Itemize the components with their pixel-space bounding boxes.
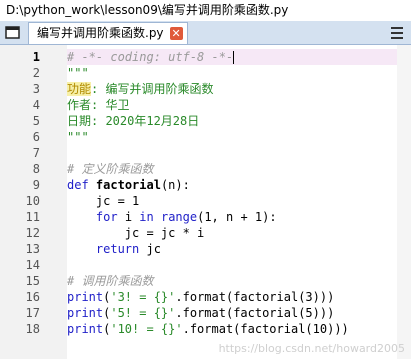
code-line-9: def factorial(n):: [67, 178, 190, 192]
code-line-4: 作者: 华卫: [67, 98, 130, 112]
text-caret: [233, 51, 235, 64]
tab-label: 编写并调用阶乘函数.py: [37, 26, 164, 40]
line-number: 5: [32, 114, 40, 128]
code-line-12: jc = jc * i: [67, 226, 205, 240]
window-title: D:\python_work\lesson09\编写并调用阶乘函数.py: [0, 0, 411, 21]
line-number: 3: [32, 82, 40, 96]
code-line-13: return jc: [95, 242, 161, 256]
line-number-gutter: 1 2 3 4 5 6 7 8 9 10 11 12 13 14 15 16 1…: [0, 45, 67, 359]
line-number: 1: [32, 50, 40, 64]
tab-bar: 编写并调用阶乘函数.py ✕: [0, 21, 411, 45]
code-editor[interactable]: 1 2 3 4 5 6 7 8 9 10 11 12 13 14 15 16 1…: [0, 45, 411, 359]
line-number: 2: [32, 66, 40, 80]
line-number: 11: [25, 210, 40, 224]
code-line-16: print('3! = {}'.format(factorial(3))): [67, 290, 335, 304]
line-number: 15: [25, 274, 40, 288]
line-number: 8: [32, 162, 40, 176]
code-line-17: print('5! = {}'.format(factorial(5))): [67, 306, 335, 320]
code-line-3: 功能: 编写并调用阶乘函数: [67, 82, 214, 96]
hamburger-menu-icon[interactable]: [391, 27, 403, 39]
code-line-18: print('10! = {}'.format(factorial(10))): [67, 322, 349, 336]
line-number: 7: [32, 146, 40, 160]
line-number: 17: [25, 306, 40, 320]
close-icon[interactable]: ✕: [169, 27, 183, 40]
line-number: 4: [32, 98, 40, 112]
code-line-2: """: [67, 66, 89, 80]
code-line-10: jc = 1: [67, 194, 140, 208]
line-number: 14: [25, 258, 40, 272]
line-number: 9: [32, 178, 40, 192]
line-number: 18: [25, 322, 40, 336]
vertical-scrollbar[interactable]: [397, 45, 411, 359]
code-line-6: """: [67, 130, 89, 144]
code-line-8: # 定义阶乘函数: [67, 162, 154, 176]
line-number: 6: [32, 130, 40, 144]
line-number: 13: [25, 242, 40, 256]
code-line-5: 日期: 2020年12月28日: [67, 114, 200, 128]
line-number: 10: [25, 194, 40, 208]
code-line-15: # 调用阶乘函数: [67, 274, 154, 288]
watermark: https://blog.csdn.net/howard2005: [218, 342, 405, 355]
line-number: 12: [25, 226, 40, 240]
window-icon[interactable]: [4, 25, 22, 41]
code-line-1: # -*- coding: utf-8 -*-: [67, 50, 235, 64]
tab-file[interactable]: 编写并调用阶乘函数.py ✕: [28, 22, 188, 44]
code-area[interactable]: # -*- coding: utf-8 -*- """ 功能: 编写并调用阶乘函…: [67, 45, 411, 359]
code-line-11: for i in range(1, n + 1):: [95, 210, 277, 224]
line-number: 16: [25, 290, 40, 304]
